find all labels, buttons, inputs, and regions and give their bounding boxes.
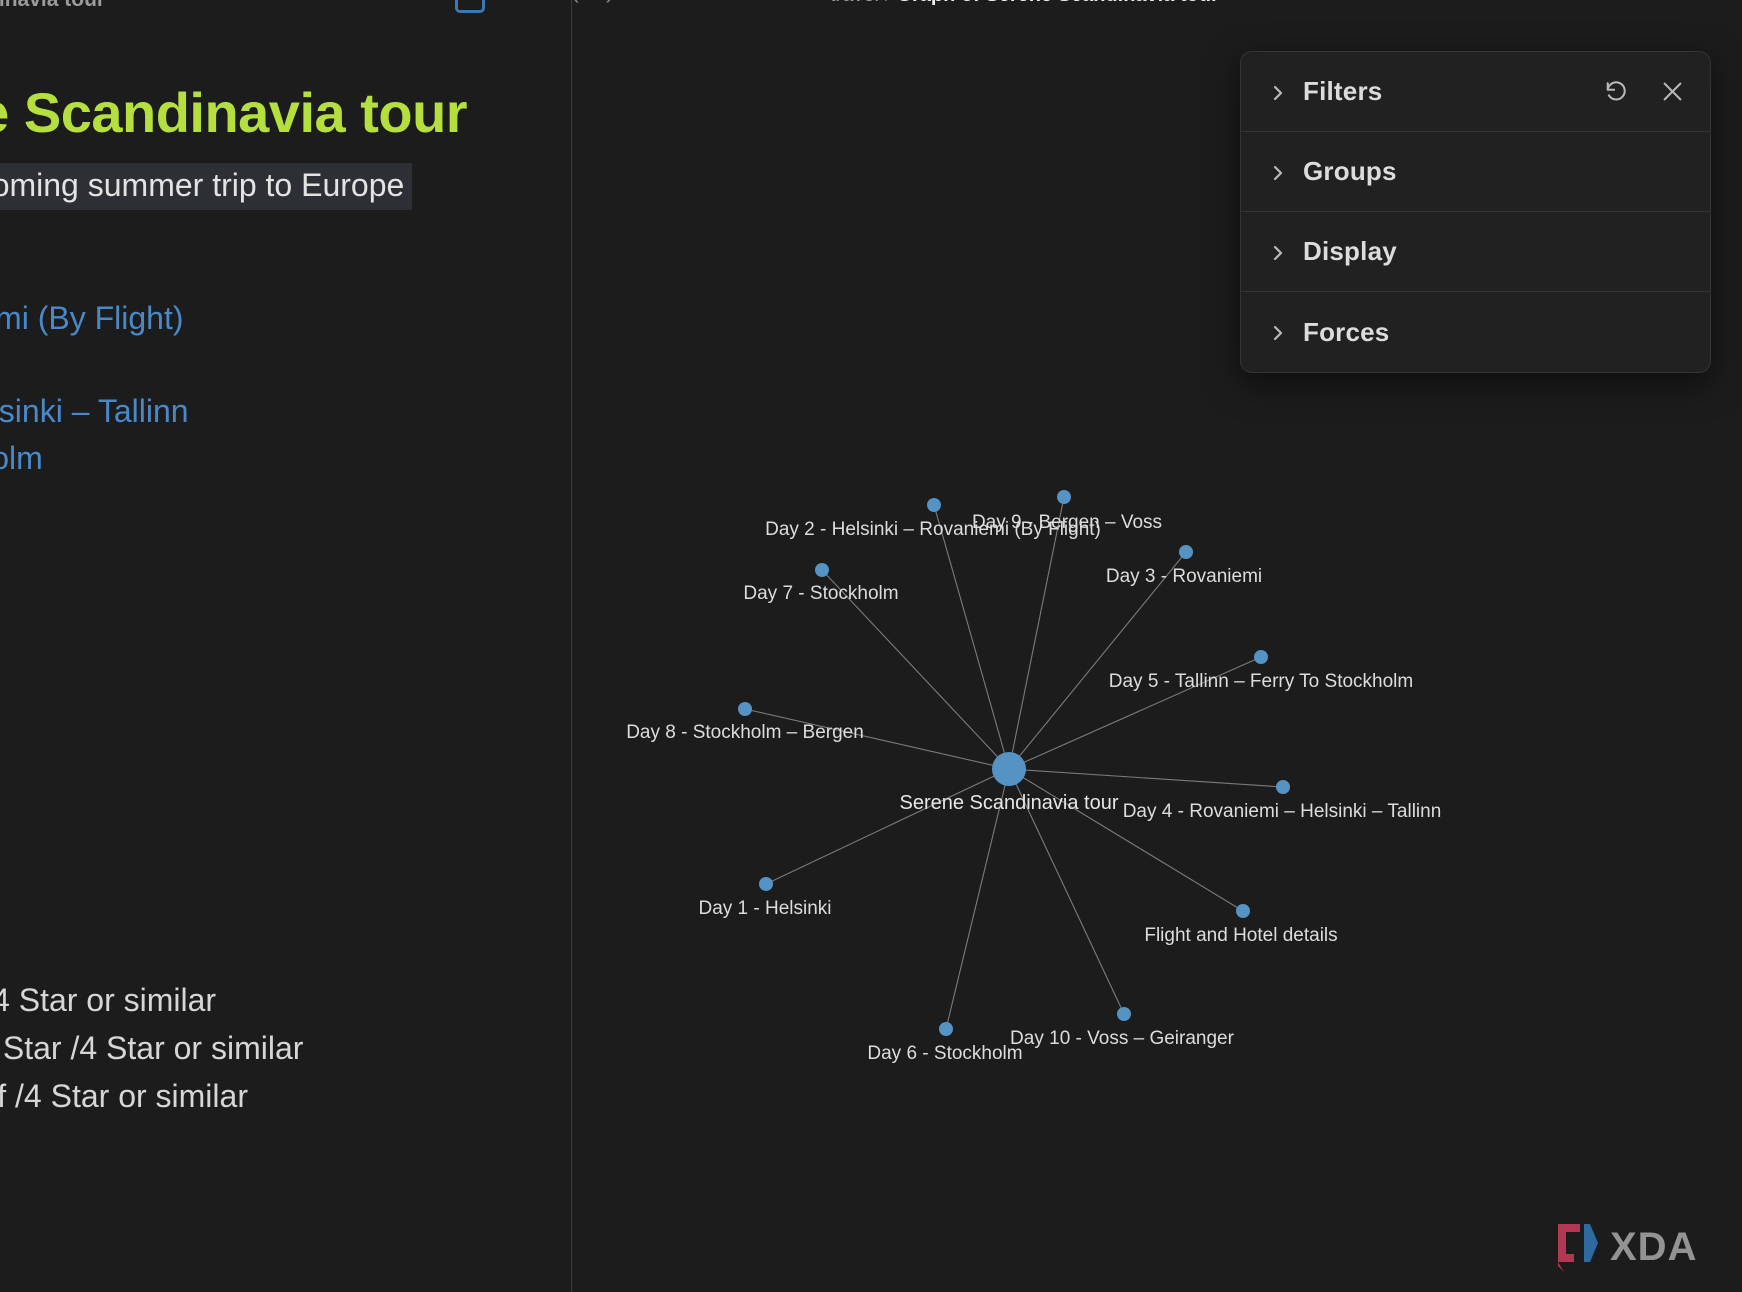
panel-row-label: Display — [1303, 236, 1397, 266]
graph-node[interactable] — [738, 702, 752, 716]
graph-edge — [765, 768, 1010, 885]
xda-logo-icon: XDA — [1558, 1224, 1697, 1272]
graph-edge — [1008, 768, 1284, 788]
svg-text:XDA: XDA — [1610, 1225, 1697, 1269]
panel-row-display[interactable]: Display — [1241, 212, 1710, 292]
document-line: Hotel: Scandic Helsinki /4 Star or simil… — [0, 982, 217, 1018]
graph-edge — [1008, 768, 1244, 912]
panel-row-label: Filters — [1303, 76, 1383, 106]
graph-node[interactable] — [1057, 490, 1071, 504]
graph-edge — [1008, 496, 1065, 770]
graph-node[interactable] — [815, 563, 829, 577]
panel-row-filters[interactable]: Filters — [1241, 52, 1710, 132]
breadcrumb-current: Graph of Serene Scandinavia tour — [896, 0, 1218, 6]
breadcrumb-parent[interactable]: travel — [830, 0, 879, 6]
graph-node[interactable] — [1236, 904, 1250, 918]
document-sidebar: Serene Scandinavia tour Serene Scandinav… — [0, 0, 572, 1292]
chevron-right-icon[interactable] — [1269, 244, 1287, 262]
app-root: Serene Scandinavia tour Serene Scandinav… — [0, 0, 1742, 1292]
breadcrumb: travel / Graph of Serene Scandinavia tour — [830, 0, 1219, 7]
graph-center-node[interactable] — [992, 752, 1026, 786]
document-topbar-title: Serene Scandinavia tour — [0, 0, 105, 12]
chevron-right-icon[interactable]: › — [605, 0, 612, 8]
graph-node[interactable] — [1276, 780, 1290, 794]
document-highlight-text: Notes for the upcoming summer trip to Eu… — [0, 163, 413, 210]
graph-node[interactable] — [927, 498, 941, 512]
panel-row-groups[interactable]: Groups — [1241, 132, 1710, 212]
graph-node[interactable] — [759, 877, 773, 891]
graph-node[interactable] — [939, 1022, 953, 1036]
reset-rotate-ccw-icon[interactable] — [1602, 78, 1630, 106]
document-title: Serene Scandinavia tour — [0, 81, 468, 144]
graph-edge — [1008, 768, 1125, 1015]
document-link[interactable]: Day 4 - Rovaniemi – Helsinki – Tallinn — [0, 393, 189, 430]
chevron-right-icon[interactable] — [1269, 84, 1287, 102]
chevron-left-icon[interactable]: ‹ — [572, 0, 579, 8]
graph-node[interactable] — [1117, 1007, 1131, 1021]
close-x-icon[interactable] — [1658, 78, 1686, 106]
graph-controls-panel[interactable]: Filters Groups Display Forces — [1240, 51, 1711, 373]
document-link[interactable]: Day 5 - Tallinn – Ferry To Stockholm — [0, 440, 43, 477]
document-card-icon[interactable] — [455, 0, 485, 13]
graph-node[interactable] — [1254, 650, 1268, 664]
document-link[interactable]: Day 2 - Helsinki – Rovaniemi (By Flight) — [0, 300, 184, 337]
graph-edge — [1008, 656, 1262, 770]
chevron-right-icon[interactable] — [1269, 164, 1287, 182]
chevron-right-icon[interactable] — [1269, 324, 1287, 342]
panel-row-forces[interactable]: Forces — [1241, 292, 1710, 372]
nav-controls: ‹ › — [572, 0, 613, 8]
document-line: Hotel: Arctic Light Star /4 Star or simi… — [0, 1030, 304, 1066]
document-line: Hotel: Hotel Telegraaf /4 Star or simila… — [0, 1078, 248, 1114]
document-topbar: Serene Scandinavia tour — [0, 0, 560, 22]
breadcrumb-separator: / — [885, 0, 891, 6]
xda-watermark: XDA — [1554, 1220, 1722, 1272]
graph-edge — [744, 708, 1010, 770]
graph-node[interactable] — [1179, 545, 1193, 559]
graph-edge — [1008, 551, 1187, 770]
graph-nodes — [738, 490, 1290, 1036]
panel-row-label: Groups — [1303, 156, 1397, 186]
panel-row-label: Forces — [1303, 316, 1390, 347]
panel-actions — [1602, 78, 1686, 106]
graph-header: ‹ › travel / Graph of Serene Scandinavia t… — [572, 0, 1742, 14]
graph-edge — [945, 768, 1010, 1030]
